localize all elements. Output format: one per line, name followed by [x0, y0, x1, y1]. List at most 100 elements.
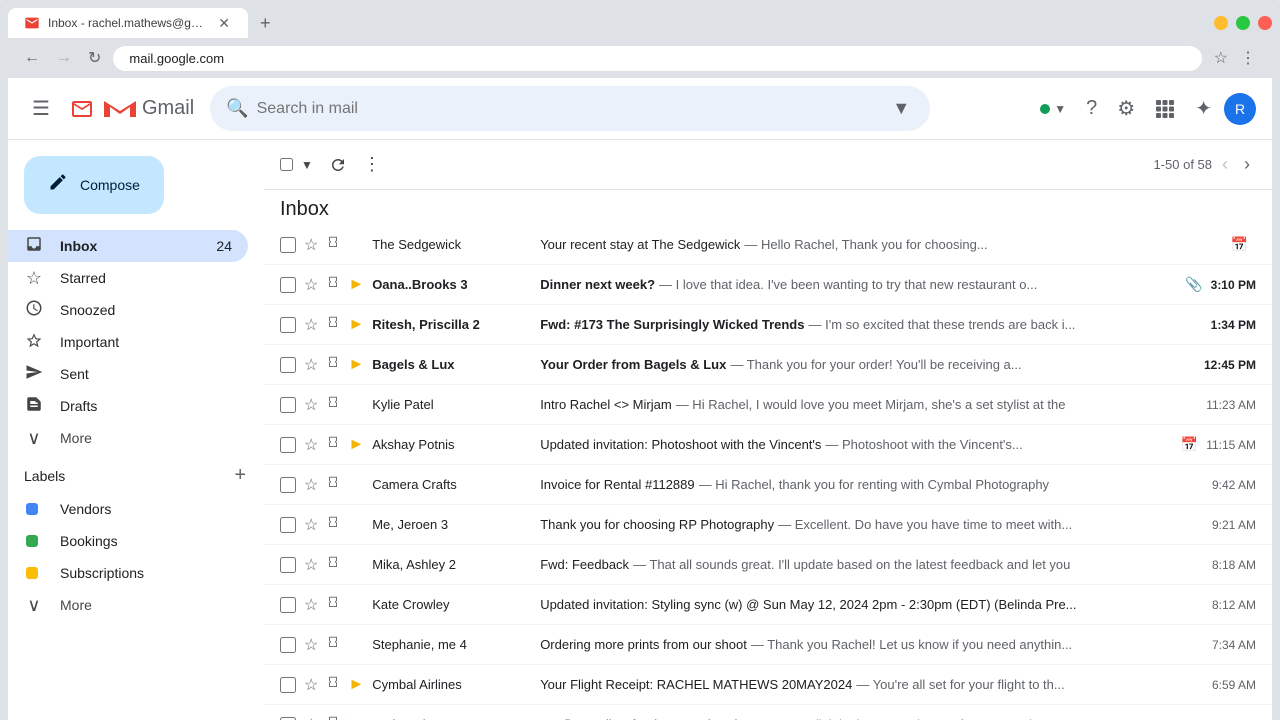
sidebar-item-sent[interactable]: Sent — [8, 358, 248, 390]
star-icon[interactable]: ☆ — [304, 395, 318, 415]
close-button[interactable]: ✕ — [1258, 16, 1272, 30]
star-icon[interactable]: ☆ — [304, 435, 318, 455]
star-icon[interactable]: ☆ — [304, 275, 318, 295]
search-input[interactable] — [257, 100, 881, 118]
search-bar[interactable]: 🔍 ▼ — [210, 86, 930, 131]
star-icon[interactable]: ☆ — [304, 235, 318, 255]
email-content: Thank you for choosing RP Photography — … — [540, 517, 1204, 532]
email-checkbox[interactable] — [280, 397, 296, 413]
star-icon[interactable]: ☆ — [304, 315, 318, 335]
email-preview: — That all sounds great. I'll update bas… — [633, 557, 1204, 572]
email-checkbox[interactable] — [280, 637, 296, 653]
help-button[interactable]: ? — [1078, 89, 1105, 128]
email-checkbox[interactable] — [280, 517, 296, 533]
email-row[interactable]: ☆ ► Bagels & Lux Your Order from Bagels … — [264, 345, 1272, 385]
back-button[interactable]: ← — [20, 45, 44, 71]
status-indicator[interactable]: ▼ — [1032, 96, 1074, 122]
email-checkbox[interactable] — [280, 477, 296, 493]
sidebar-item-important[interactable]: Important — [8, 326, 248, 358]
email-sender: Stephanie, me 4 — [372, 637, 532, 652]
sidebar-item-drafts[interactable]: Drafts — [8, 390, 248, 422]
email-row[interactable]: ☆ ► Akshay Potnis Updated invitation: Ph… — [264, 425, 1272, 465]
forward-button[interactable]: → — [52, 45, 76, 71]
email-checkbox[interactable] — [280, 557, 296, 573]
email-sender: Kate Crowley — [372, 597, 532, 612]
prev-page-button[interactable]: ‹ — [1216, 150, 1234, 179]
email-row[interactable]: ☆ ► Camera Crafts Invoice for Rental #11… — [264, 465, 1272, 505]
browser-tab[interactable]: Inbox - rachel.mathews@gmail.com ✕ — [8, 8, 248, 38]
refresh-button[interactable] — [323, 150, 353, 180]
snoozed-label: Snoozed — [60, 302, 232, 318]
email-checkbox[interactable] — [280, 237, 296, 253]
labels-more-item[interactable]: ∨ More — [8, 589, 248, 621]
add-label-button[interactable]: + — [232, 462, 248, 489]
email-row[interactable]: ☆ ► Ritesh, Priscilla 2 Fwd: #173 The Su… — [264, 305, 1272, 345]
inbox-icon — [24, 235, 44, 258]
snooze-icon — [326, 396, 340, 413]
tab-close-button[interactable]: ✕ — [216, 14, 232, 32]
email-row[interactable]: ☆ ► The Sedgewick Your recent stay at Th… — [264, 225, 1272, 265]
search-filter-button[interactable]: ▼ — [888, 94, 914, 123]
sidebar-item-vendors[interactable]: Vendors — [8, 493, 248, 525]
more-options-button[interactable]: ⋮ — [357, 148, 387, 181]
snooze-icon — [326, 636, 340, 653]
email-checkbox[interactable] — [280, 677, 296, 693]
email-sender: Mika, Ashley 2 — [372, 557, 532, 572]
email-subject: Fwd: #173 The Surprisingly Wicked Trends — [540, 317, 804, 332]
star-icon[interactable]: ☆ — [304, 595, 318, 615]
email-row[interactable]: ☆ ► Earl, Keri, me 4 Confirm stylists fo… — [264, 705, 1272, 720]
select-all-checkbox-wrap[interactable]: ▼ — [280, 152, 319, 178]
email-preview: — You're all set for your flight to th..… — [856, 677, 1204, 692]
user-avatar[interactable]: R — [1224, 93, 1256, 125]
status-dot — [1040, 104, 1050, 114]
email-row[interactable]: ☆ ► Cymbal Airlines Your Flight Receipt:… — [264, 665, 1272, 705]
email-row[interactable]: ☆ ► Stephanie, me 4 Ordering more prints… — [264, 625, 1272, 665]
email-checkbox[interactable] — [280, 597, 296, 613]
gemini-button[interactable]: ✦ — [1187, 88, 1220, 129]
maximize-button[interactable]: □ — [1236, 16, 1250, 30]
email-content: Your Flight Receipt: RACHEL MATHEWS 20MA… — [540, 677, 1204, 692]
address-bar[interactable]: mail.google.com — [113, 46, 1201, 71]
sidebar-item-starred[interactable]: ☆ Starred — [8, 262, 248, 294]
browser-menu-button[interactable]: ⋮ — [1236, 44, 1260, 72]
star-icon[interactable]: ☆ — [304, 635, 318, 655]
hamburger-menu-button[interactable]: ☰ — [24, 88, 58, 129]
email-row[interactable]: ☆ ► Mika, Ashley 2 Fwd: Feedback — That … — [264, 545, 1272, 585]
sidebar-item-subscriptions[interactable]: Subscriptions — [8, 557, 248, 589]
email-sender: Bagels & Lux — [372, 357, 532, 372]
sidebar-item-snoozed[interactable]: Snoozed — [8, 294, 248, 326]
snooze-icon — [326, 596, 340, 613]
email-row[interactable]: ☆ ► Me, Jeroen 3 Thank you for choosing … — [264, 505, 1272, 545]
reload-button[interactable]: ↻ — [84, 44, 105, 72]
sidebar-item-inbox[interactable]: Inbox 24 — [8, 230, 248, 262]
email-preview — [1081, 597, 1204, 612]
new-tab-button[interactable]: + — [252, 9, 279, 38]
star-icon[interactable]: ☆ — [304, 475, 318, 495]
email-checkbox[interactable] — [280, 277, 296, 293]
email-checkbox[interactable] — [280, 357, 296, 373]
bookmark-button[interactable]: ☆ — [1210, 44, 1232, 72]
star-icon[interactable]: ☆ — [304, 715, 318, 720]
select-all-checkbox[interactable] — [280, 158, 293, 171]
email-row[interactable]: ☆ ► Kate Crowley Updated invitation: Sty… — [264, 585, 1272, 625]
star-icon[interactable]: ☆ — [304, 515, 318, 535]
email-checkbox[interactable] — [280, 717, 296, 720]
email-row[interactable]: ☆ ► Kylie Patel Intro Rachel <> Mirjam —… — [264, 385, 1272, 425]
star-icon[interactable]: ☆ — [304, 555, 318, 575]
email-preview: — Hello Rachel, Thank you for choosing..… — [744, 237, 1222, 252]
grid-apps-button[interactable] — [1147, 91, 1183, 127]
star-icon[interactable]: ☆ — [304, 355, 318, 375]
minimize-button[interactable]: − — [1214, 16, 1228, 30]
compose-button[interactable]: Compose — [24, 156, 164, 214]
email-row[interactable]: ☆ ► Oana..Brooks 3 Dinner next week? — I… — [264, 265, 1272, 305]
next-page-button[interactable]: › — [1238, 150, 1256, 179]
email-checkbox[interactable] — [280, 317, 296, 333]
select-dropdown-button[interactable]: ▼ — [295, 152, 319, 178]
browser-nav-icons: ☆ ⋮ — [1210, 44, 1260, 72]
email-checkbox[interactable] — [280, 437, 296, 453]
sidebar-item-more[interactable]: ∨ More — [8, 422, 248, 454]
starred-icon: ☆ — [24, 268, 44, 289]
settings-button[interactable]: ⚙ — [1109, 88, 1143, 129]
sidebar-item-bookings[interactable]: Bookings — [8, 525, 248, 557]
star-icon[interactable]: ☆ — [304, 675, 318, 695]
